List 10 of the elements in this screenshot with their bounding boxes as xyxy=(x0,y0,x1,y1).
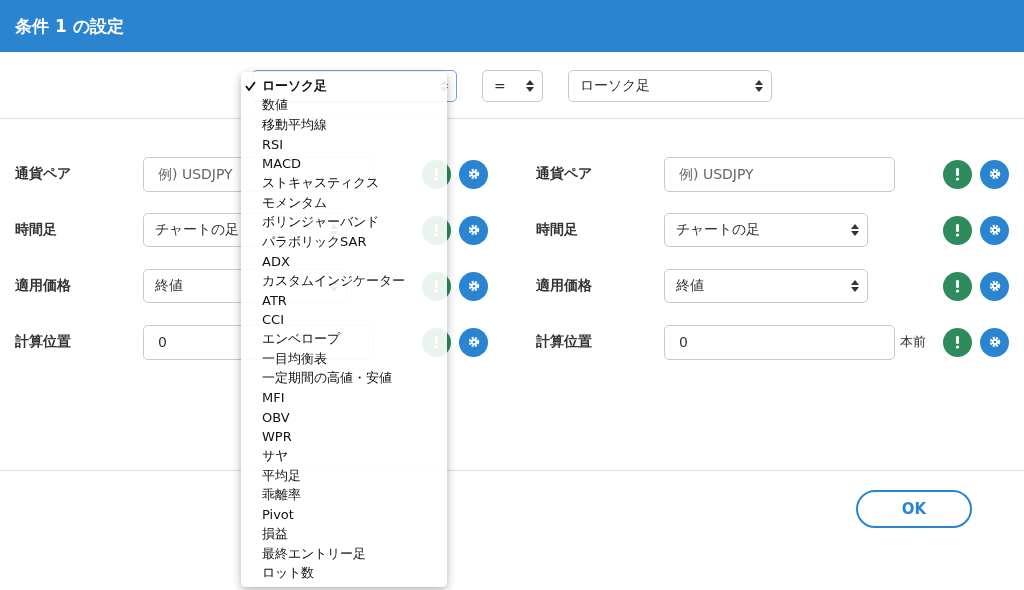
field-label: 時間足 xyxy=(15,221,58,239)
field-label: 時間足 xyxy=(536,221,579,239)
field-label: 計算位置 xyxy=(536,333,593,351)
field-label: 通貨ペア xyxy=(15,165,72,183)
field-label: 計算位置 xyxy=(15,333,72,351)
field-label: 適用価格 xyxy=(15,277,72,295)
unit-label: 本前 xyxy=(900,333,926,351)
dialog-title: 条件 1 の設定 xyxy=(15,14,124,38)
field-label: 通貨ペア xyxy=(536,165,593,183)
field-label: 適用価格 xyxy=(536,277,593,295)
